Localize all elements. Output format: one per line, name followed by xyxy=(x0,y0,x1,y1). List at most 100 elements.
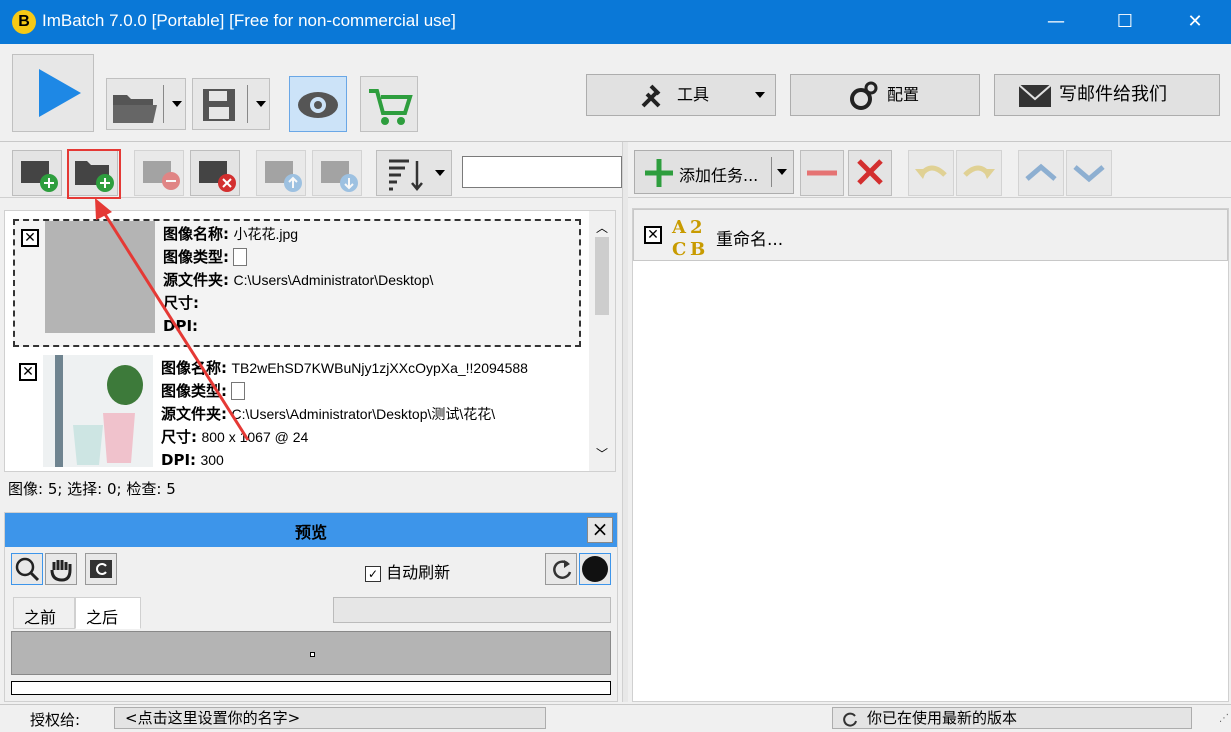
preview-canvas[interactable] xyxy=(11,631,611,675)
move-up-task-button[interactable] xyxy=(1018,150,1064,196)
wrench-screwdriver-icon xyxy=(641,84,661,108)
background-color-button[interactable] xyxy=(579,553,611,585)
chevron-up-icon xyxy=(1025,163,1057,181)
close-icon[interactable]: × xyxy=(587,517,613,543)
close-button[interactable]: ✕ xyxy=(1160,0,1230,44)
image-thumbnail xyxy=(43,355,153,467)
task-item-rename[interactable]: ✕ A 2 C B 重命名... xyxy=(633,209,1228,261)
mail-label: 写邮件给我们 xyxy=(1059,84,1167,105)
minimize-button[interactable]: — xyxy=(1021,0,1091,44)
image-meta: 图像名称: TB2wEhSD7KWBuNjy1zjXXcOypXa_!!2094… xyxy=(161,357,581,471)
move-down-task-button[interactable] xyxy=(1066,150,1112,196)
image-meta: 图像名称: 小花花.jpg 图像类型: 源文件夹: C:\Users\Admin… xyxy=(163,223,583,338)
folder-label: 源文件夹: xyxy=(163,271,229,289)
refresh-icon xyxy=(843,712,857,727)
preview-toggle-button[interactable] xyxy=(289,76,347,132)
buy-button[interactable] xyxy=(360,76,418,132)
preview-tools: ✓ 自动刷新 xyxy=(5,551,617,589)
circle-icon xyxy=(582,556,608,582)
annotation-highlight-box xyxy=(67,149,121,199)
task-checkbox[interactable]: ✕ xyxy=(644,226,662,244)
list-item[interactable]: ✕ 图像名称: TB2wEhSD7KWBuNjy1zjXXcOypXa_!!20… xyxy=(13,355,581,471)
rotate-icon xyxy=(90,560,112,578)
chevron-down-icon xyxy=(777,169,787,175)
chevron-down-icon xyxy=(435,170,445,176)
config-label: 配置 xyxy=(887,85,920,104)
dpi-label: DPI: xyxy=(163,317,199,335)
gears-icon xyxy=(850,81,878,110)
chevron-down-icon xyxy=(755,92,765,98)
envelope-icon xyxy=(1018,84,1052,107)
undo-button[interactable] xyxy=(908,150,954,196)
refresh-button[interactable] xyxy=(545,553,577,585)
remove-task-button[interactable] xyxy=(800,150,844,196)
save-icon xyxy=(203,89,235,121)
clear-images-button[interactable] xyxy=(190,150,240,196)
tools-dropdown[interactable]: 工具 xyxy=(586,74,776,116)
mail-us-button[interactable]: 写邮件给我们 xyxy=(994,74,1220,116)
image-delete-icon xyxy=(199,161,236,192)
task-list[interactable]: ✕ A 2 C B 重命名... xyxy=(632,208,1229,702)
file-icon xyxy=(233,248,248,266)
svg-text:A: A xyxy=(671,217,687,238)
status-bar: 授权给: <点击这里设置你的名字> 你已在使用最新的版本 ⋰ xyxy=(0,704,1231,732)
app-logo: B xyxy=(12,10,36,34)
name-value: 小花花.jpg xyxy=(233,226,299,242)
chevron-down-icon[interactable] xyxy=(172,101,182,107)
maximize-button[interactable]: ☐ xyxy=(1090,0,1160,44)
scroll-down-icon[interactable]: ﹀ xyxy=(596,445,608,462)
preview-dot xyxy=(310,652,315,657)
clear-tasks-button[interactable] xyxy=(848,150,892,196)
run-button[interactable] xyxy=(12,54,94,132)
auto-refresh-label: 自动刷新 xyxy=(386,563,451,582)
config-button[interactable]: 配置 xyxy=(790,74,980,116)
image-down-icon xyxy=(321,161,358,192)
scroll-up-icon[interactable]: ︿ xyxy=(596,219,608,236)
image-list[interactable]: ✕ 图像名称: 小花花.jpg 图像类型: 源文件夹: C:\Users\Adm… xyxy=(4,210,616,472)
list-scrollbar[interactable]: ︿ ﹀ xyxy=(589,211,615,471)
tasks-panel: 添加任务... ✕ A 2 C B 重命名... xyxy=(628,142,1231,702)
tab-after[interactable]: 之后 xyxy=(75,597,141,629)
license-name-field[interactable]: <点击这里设置你的名字> xyxy=(114,707,546,729)
image-thumbnail xyxy=(45,221,155,333)
auto-refresh-checkbox[interactable]: ✓ 自动刷新 xyxy=(365,559,450,583)
add-task-dropdown[interactable]: 添加任务... xyxy=(634,150,794,194)
tab-before[interactable]: 之前 xyxy=(13,597,75,629)
pan-button[interactable] xyxy=(45,553,77,585)
save-project-button[interactable] xyxy=(192,78,270,130)
zoom-button[interactable] xyxy=(11,553,43,585)
name-label: 图像名称: xyxy=(161,359,227,377)
add-task-label: 添加任务... xyxy=(679,166,759,185)
tasks-toolbar: 添加任务... xyxy=(628,142,1231,198)
rotate-button[interactable] xyxy=(85,553,117,585)
cart-icon xyxy=(369,89,413,125)
item-checkbox[interactable]: ✕ xyxy=(21,229,39,247)
remove-image-button[interactable] xyxy=(134,150,184,196)
search-input[interactable] xyxy=(462,156,622,188)
type-label: 图像类型: xyxy=(161,382,227,400)
chevron-down-icon xyxy=(1073,165,1105,183)
sort-icon xyxy=(389,159,423,191)
scrollbar-thumb[interactable] xyxy=(595,237,609,315)
add-image-button[interactable] xyxy=(12,150,62,196)
version-status[interactable]: 你已在使用最新的版本 xyxy=(832,707,1192,729)
size-value: 800 x 1067 @ 24 xyxy=(201,429,309,445)
plus-icon xyxy=(645,159,673,187)
name-value: TB2wEhSD7KWBuNjy1zjXXcOypXa_!!2094588 xyxy=(231,360,528,376)
folder-open-icon xyxy=(113,95,157,123)
item-checkbox[interactable]: ✕ xyxy=(19,363,37,381)
list-item[interactable]: ✕ 图像名称: 小花花.jpg 图像类型: 源文件夹: C:\Users\Adm… xyxy=(13,219,581,347)
chevron-down-icon[interactable] xyxy=(256,101,266,107)
move-up-image-button[interactable] xyxy=(256,150,306,196)
image-add-icon xyxy=(21,161,58,192)
refresh-icon xyxy=(553,560,572,579)
resize-grip-icon[interactable]: ⋰ xyxy=(1219,713,1229,724)
redo-button[interactable] xyxy=(956,150,1002,196)
move-down-image-button[interactable] xyxy=(312,150,362,196)
sort-dropdown[interactable] xyxy=(376,150,452,196)
size-label: 尺寸: xyxy=(161,428,197,446)
preview-header: 预览 × xyxy=(5,513,617,547)
name-label: 图像名称: xyxy=(163,225,229,243)
main-toolbar: 工具 配置 写邮件给我们 xyxy=(0,44,1231,142)
open-project-button[interactable] xyxy=(106,78,186,130)
